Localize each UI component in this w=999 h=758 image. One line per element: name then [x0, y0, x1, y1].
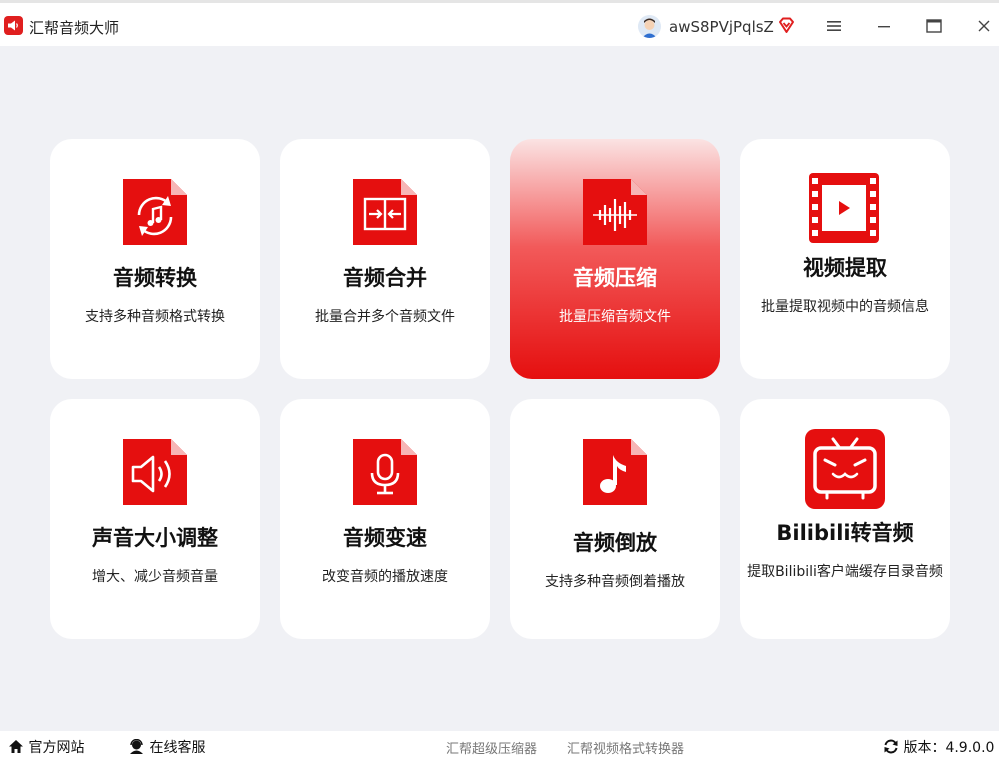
- card-volume-adjust[interactable]: 声音大小调整 增大、减少音频音量: [50, 399, 260, 639]
- card-description: 批量压缩音频文件: [559, 309, 671, 325]
- official-website-link[interactable]: 官方网站: [8, 737, 84, 757]
- customer-service-icon: [130, 738, 143, 754]
- card-title: Bilibili转音频: [776, 521, 914, 545]
- microphone-speed-icon: [353, 439, 417, 505]
- audio-merge-icon: [353, 179, 417, 245]
- card-description: 支持多种音频格式转换: [85, 309, 225, 325]
- card-description: 增大、减少音频音量: [92, 569, 218, 585]
- card-title: 音频转换: [113, 266, 197, 290]
- card-description: 批量合并多个音频文件: [315, 309, 455, 325]
- card-bilibili[interactable]: Bilibili转音频 提取Bilibili客户端缓存目录音频: [740, 399, 950, 639]
- online-support-label: 在线客服: [149, 740, 206, 756]
- card-title: 视频提取: [803, 256, 887, 280]
- maximize-icon[interactable]: [921, 13, 947, 39]
- vip-diamond-icon[interactable]: [777, 16, 796, 35]
- card-audio-speed[interactable]: 音频变速 改变音频的播放速度: [280, 399, 490, 639]
- minimize-icon[interactable]: [871, 13, 897, 39]
- video-extract-icon: [809, 173, 879, 243]
- card-title: 音频变速: [343, 526, 427, 550]
- card-audio-reverse[interactable]: 音频倒放 支持多种音频倒着播放: [510, 399, 720, 639]
- home-icon: [9, 740, 23, 753]
- volume-adjust-icon: [123, 439, 187, 505]
- card-title: 音频压缩: [573, 266, 657, 290]
- card-description: 支持多种音频倒着播放: [545, 574, 685, 590]
- version-label: 版本：: [903, 740, 946, 756]
- card-title: 音频合并: [343, 266, 427, 290]
- audio-compress-icon: [583, 179, 647, 245]
- music-note-reverse-icon: [583, 439, 647, 505]
- card-audio-convert[interactable]: 音频转换 支持多种音频格式转换: [50, 139, 260, 379]
- online-support-link[interactable]: 在线客服: [128, 737, 205, 757]
- bilibili-tv-icon: [805, 429, 885, 509]
- version-info[interactable]: 版本：4.9.0.0: [883, 737, 994, 757]
- app-window: 汇帮音频大师 awS8PVjPqlsZ 音频转换 支持多种音频格式转换 音频合并…: [0, 0, 999, 758]
- version-number: 4.9.0.0: [945, 740, 995, 756]
- card-title: 声音大小调整: [92, 526, 218, 550]
- username[interactable]: awS8PVjPqlsZ: [669, 18, 774, 36]
- card-audio-compress[interactable]: 音频压缩 批量压缩音频文件: [510, 139, 720, 379]
- footer-bar: 官方网站 在线客服 汇帮超级压缩器 汇帮视频格式转换器 版本：4.9.0.0: [0, 731, 999, 758]
- card-description: 改变音频的播放速度: [322, 569, 448, 585]
- super-compressor-link[interactable]: 汇帮超级压缩器: [446, 738, 537, 757]
- app-title: 汇帮音频大师: [29, 19, 120, 37]
- card-audio-merge[interactable]: 音频合并 批量合并多个音频文件: [280, 139, 490, 379]
- hamburger-menu-icon[interactable]: [821, 13, 847, 39]
- title-bar: 汇帮音频大师 awS8PVjPqlsZ: [0, 0, 999, 46]
- card-title: 音频倒放: [573, 531, 657, 555]
- card-description: 批量提取视频中的音频信息: [761, 299, 929, 315]
- audio-convert-icon: [123, 179, 187, 245]
- refresh-icon: [884, 739, 898, 754]
- close-icon[interactable]: [971, 13, 997, 39]
- user-avatar[interactable]: [638, 15, 661, 38]
- video-converter-link[interactable]: 汇帮视频格式转换器: [567, 738, 684, 757]
- speaker-logo-icon: [4, 16, 23, 35]
- card-video-extract[interactable]: 视频提取 批量提取视频中的音频信息: [740, 139, 950, 379]
- official-website-label: 官方网站: [28, 740, 85, 756]
- card-description: 提取Bilibili客户端缓存目录音频: [747, 564, 943, 580]
